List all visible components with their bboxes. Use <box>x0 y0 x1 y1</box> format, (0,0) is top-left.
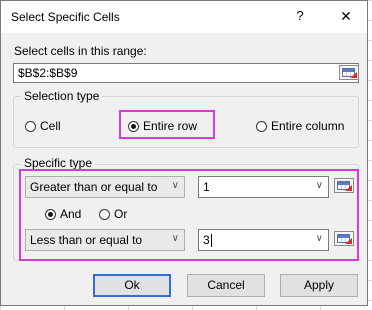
radio-cell-dot <box>25 120 36 132</box>
range-label: Select cells in this range: <box>14 44 147 58</box>
select-specific-cells-dialog: Select Specific Cells ? ✕ Select cells i… <box>0 0 368 306</box>
chevron-down-icon: ∨ <box>171 180 179 191</box>
radio-cell[interactable]: Cell <box>25 119 61 133</box>
radio-cell-label: Cell <box>40 119 61 133</box>
ok-button[interactable]: Ok <box>93 274 171 297</box>
radio-entire-row-label: Entire row <box>143 119 198 133</box>
selection-type-legend: Selection type <box>21 89 103 103</box>
condition1-operator-select[interactable]: Greater than or equal to ∨ <box>25 176 185 198</box>
radio-entire-column-dot <box>256 120 267 132</box>
radio-entire-column-label: Entire column <box>271 119 345 133</box>
radio-or-dot <box>99 208 110 220</box>
window-title: Select Specific Cells <box>11 10 120 24</box>
apply-button[interactable]: Apply <box>280 274 358 297</box>
title-bar: Select Specific Cells ? ✕ <box>1 1 367 33</box>
range-select-icon[interactable] <box>334 178 354 193</box>
specific-type-legend: Specific type <box>21 156 96 170</box>
radio-entire-row[interactable]: Entire row <box>128 119 197 133</box>
condition2-value: 3 <box>203 233 210 247</box>
condition1-value: 1 <box>203 180 210 194</box>
range-input[interactable]: $B$2:$B$9 <box>13 63 359 83</box>
chevron-down-icon: ∨ <box>315 233 323 244</box>
condition2-operator-select[interactable]: Less than or equal to ∨ <box>25 229 185 251</box>
cancel-button[interactable]: Cancel <box>187 274 265 297</box>
radio-and-label: And <box>60 207 82 221</box>
range-select-icon[interactable] <box>334 231 354 246</box>
radio-or-label: Or <box>114 207 128 221</box>
radio-or[interactable]: Or <box>99 207 127 221</box>
text-caret <box>210 234 212 248</box>
condition1-value-combo[interactable]: 1 ∨ <box>198 176 329 198</box>
condition2-operator-value: Less than or equal to <box>30 233 143 247</box>
radio-and[interactable]: And <box>45 207 81 221</box>
close-button[interactable]: ✕ <box>337 7 355 25</box>
help-button[interactable]: ? <box>291 7 309 25</box>
radio-entire-row-dot <box>128 120 139 132</box>
range-select-icon[interactable] <box>339 65 359 80</box>
condition1-operator-value: Greater than or equal to <box>30 180 158 194</box>
condition2-value-combo[interactable]: 3 ∨ <box>198 229 329 251</box>
radio-and-dot <box>45 208 56 220</box>
chevron-down-icon: ∨ <box>171 233 179 244</box>
chevron-down-icon: ∨ <box>315 180 323 191</box>
radio-entire-column[interactable]: Entire column <box>256 119 344 133</box>
